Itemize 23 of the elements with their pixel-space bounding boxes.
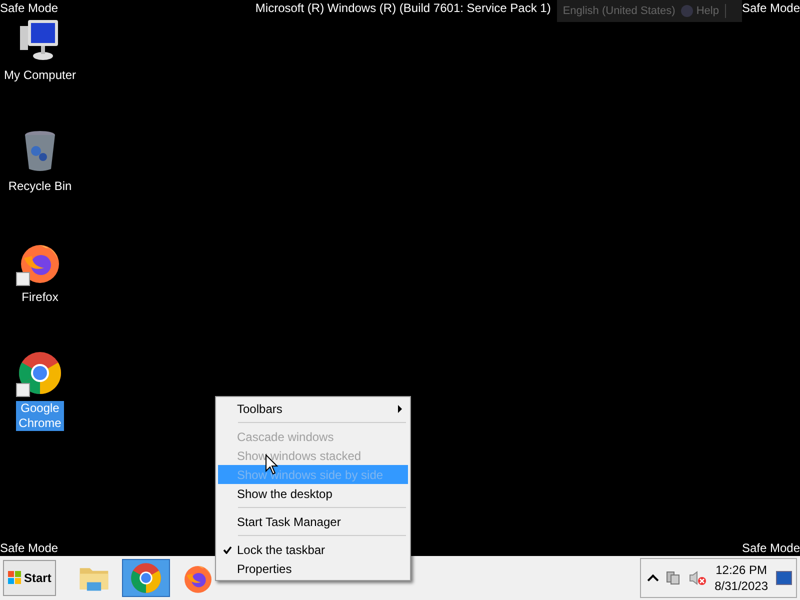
desktop-icon-label[interactable]: Firefox — [20, 290, 60, 305]
menu-item[interactable]: Show the desktop — [218, 484, 408, 503]
menu-item[interactable]: Lock the taskbar — [218, 540, 408, 559]
safe-mode-label: Safe Mode — [0, 540, 58, 556]
menu-item[interactable]: Start Task Manager — [218, 512, 408, 531]
desktop-icon-label[interactable]: My Computer — [2, 68, 78, 83]
desktop-icon-label[interactable]: Recycle Bin — [7, 179, 73, 194]
menu-item[interactable]: Toolbars — [218, 399, 408, 418]
start-button[interactable]: Start — [3, 560, 56, 596]
browser-circle-icon — [129, 561, 164, 595]
browser-circle-icon — [16, 349, 64, 397]
help-icon — [681, 5, 694, 17]
speaker-muted-icon[interactable] — [688, 570, 707, 586]
safe-mode-label: Safe Mode — [0, 0, 58, 16]
network-icon[interactable] — [664, 570, 681, 586]
safe-mode-label: Safe Mode — [742, 540, 800, 556]
clock-time[interactable]: 12:26 PM — [716, 562, 767, 578]
menu-item[interactable]: Properties — [218, 559, 408, 578]
build-title: Microsoft (R) Windows (R) (Build 7601: Service Pack 1) — [254, 0, 552, 16]
windows-flag-icon — [8, 571, 22, 585]
clock-date[interactable]: 8/31/2023 — [714, 578, 768, 594]
taskbar-app-button[interactable] — [122, 559, 170, 597]
safe-mode-label: Safe Mode — [742, 0, 800, 16]
